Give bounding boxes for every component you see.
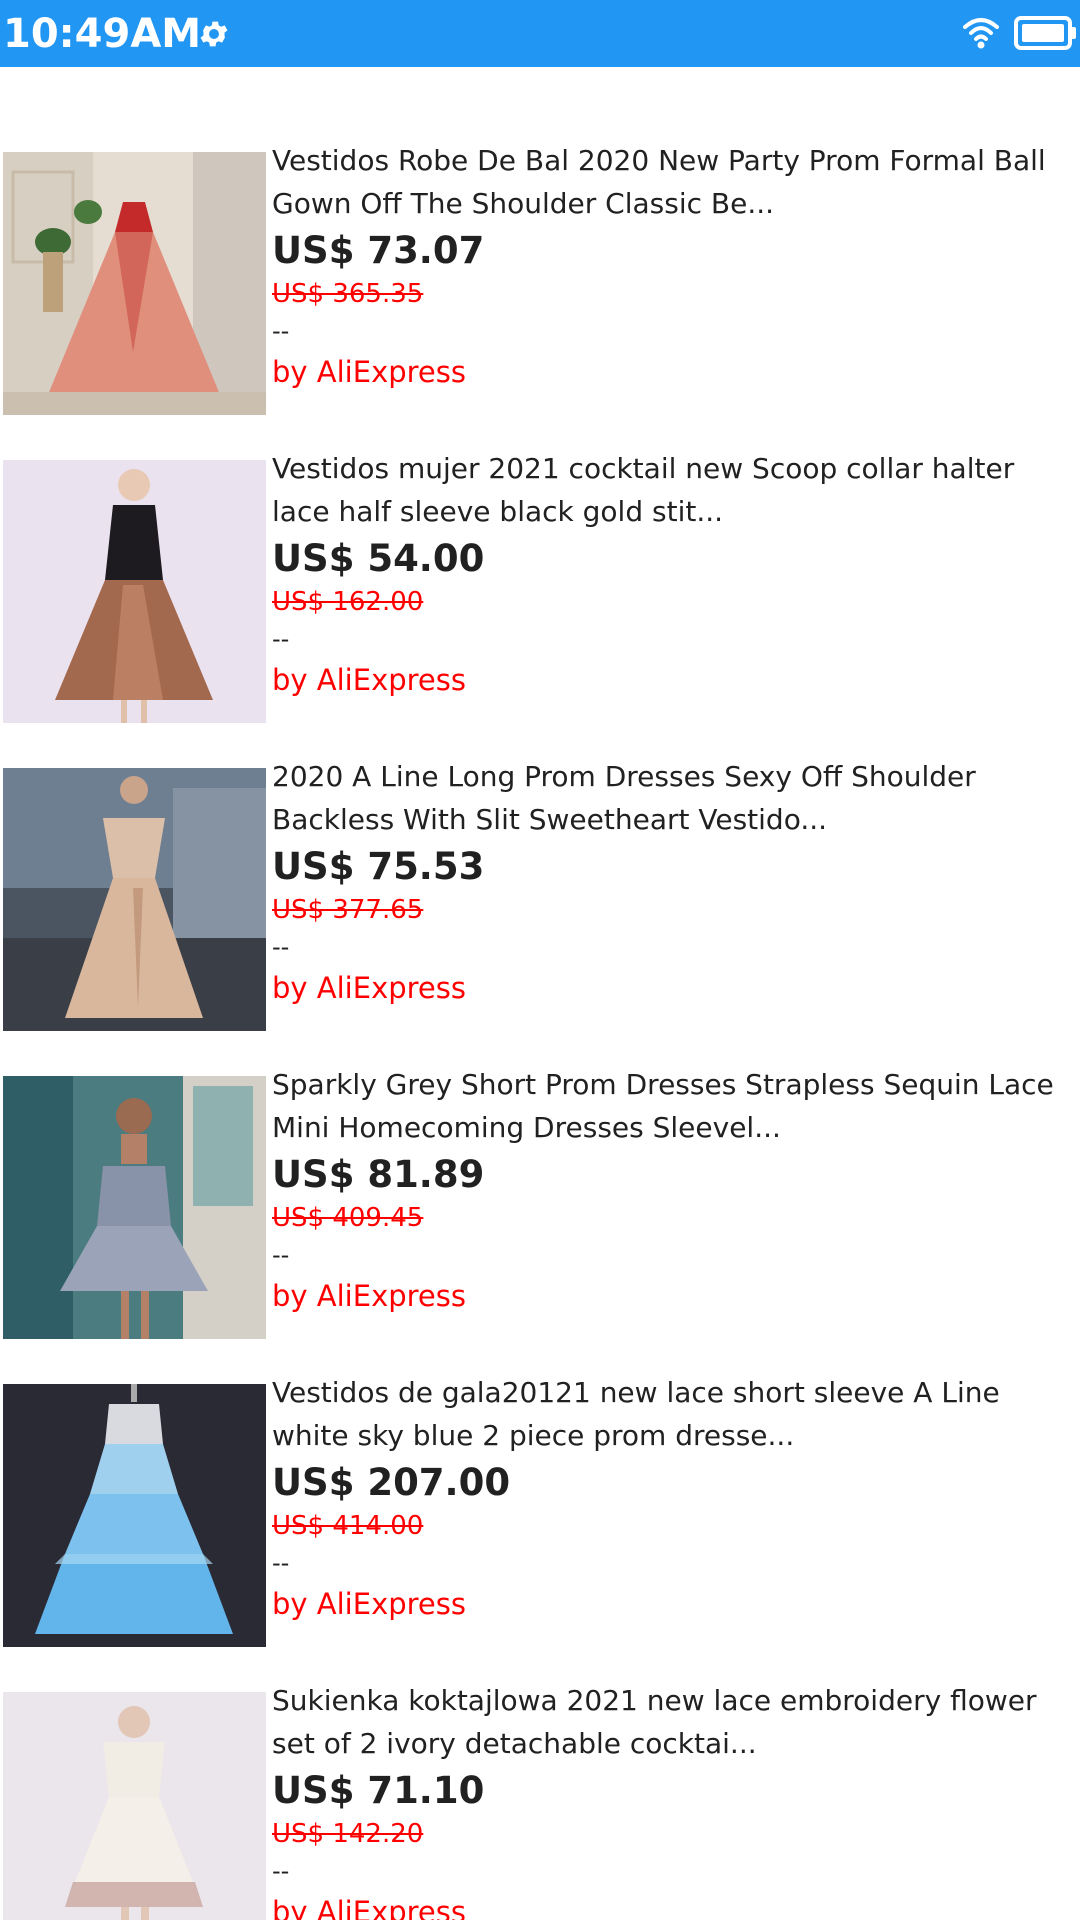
product-info[interactable]: 2020 A Line Long Prom Dresses Sexy Off S… <box>272 755 1078 1011</box>
product-title[interactable]: Vestidos mujer 2021 cocktail new Scoop c… <box>272 447 1078 533</box>
product-item[interactable]: 2020 A Line Long Prom Dresses Sexy Off S… <box>0 760 1080 1076</box>
product-seller: by AliExpress <box>272 1279 466 1313</box>
product-seller: by AliExpress <box>272 1587 466 1621</box>
product-price: US$ 73.07 <box>272 229 485 272</box>
product-rating: -- <box>272 1549 290 1577</box>
product-price: US$ 81.89 <box>272 1153 485 1196</box>
wifi-icon <box>963 18 999 49</box>
product-image[interactable] <box>3 1692 266 1920</box>
product-title[interactable]: Vestidos Robe De Bal 2020 New Party Prom… <box>272 139 1078 225</box>
battery-icon <box>1014 16 1076 50</box>
product-image[interactable] <box>3 152 266 415</box>
product-info[interactable]: Vestidos de gala20121 new lace short sle… <box>272 1371 1078 1627</box>
product-info[interactable]: Sukienka koktajlowa 2021 new lace embroi… <box>272 1679 1078 1920</box>
product-title[interactable]: 2020 A Line Long Prom Dresses Sexy Off S… <box>272 755 1078 841</box>
product-title[interactable]: Vestidos de gala20121 new lace short sle… <box>272 1371 1078 1457</box>
product-seller: by AliExpress <box>272 1895 466 1920</box>
product-title[interactable]: Sparkly Grey Short Prom Dresses Straples… <box>272 1063 1078 1149</box>
product-image[interactable] <box>3 768 266 1031</box>
product-info[interactable]: Sparkly Grey Short Prom Dresses Straples… <box>272 1063 1078 1319</box>
product-item[interactable]: Vestidos Robe De Bal 2020 New Party Prom… <box>0 144 1080 460</box>
product-old-price: US$ 365.35 <box>272 279 424 309</box>
product-image[interactable] <box>3 1076 266 1339</box>
product-list[interactable]: Vestidos Robe De Bal 2020 New Party Prom… <box>0 67 1080 1920</box>
product-price: US$ 75.53 <box>272 845 485 888</box>
product-price: US$ 54.00 <box>272 537 485 580</box>
product-seller: by AliExpress <box>272 663 466 697</box>
product-item[interactable]: Sparkly Grey Short Prom Dresses Straples… <box>0 1068 1080 1384</box>
product-seller: by AliExpress <box>272 971 466 1005</box>
product-rating: -- <box>272 625 290 653</box>
gear-icon <box>200 21 228 47</box>
product-info[interactable]: Vestidos mujer 2021 cocktail new Scoop c… <box>272 447 1078 703</box>
product-seller: by AliExpress <box>272 355 466 389</box>
product-price: US$ 207.00 <box>272 1461 511 1504</box>
status-time: 10:49AM <box>3 11 202 57</box>
product-info[interactable]: Vestidos Robe De Bal 2020 New Party Prom… <box>272 139 1078 395</box>
product-old-price: US$ 377.65 <box>272 895 424 925</box>
product-item[interactable]: Vestidos de gala20121 new lace short sle… <box>0 1376 1080 1692</box>
product-old-price: US$ 162.00 <box>272 587 424 617</box>
product-old-price: US$ 142.20 <box>272 1819 424 1849</box>
product-title[interactable]: Sukienka koktajlowa 2021 new lace embroi… <box>272 1679 1078 1765</box>
product-old-price: US$ 414.00 <box>272 1511 424 1541</box>
product-rating: -- <box>272 1857 290 1885</box>
product-image[interactable] <box>3 1384 266 1647</box>
product-price: US$ 71.10 <box>272 1769 485 1812</box>
product-item[interactable]: Sukienka koktajlowa 2021 new lace embroi… <box>0 1684 1080 1920</box>
product-old-price: US$ 409.45 <box>272 1203 424 1233</box>
product-rating: -- <box>272 317 290 345</box>
product-rating: -- <box>272 1241 290 1269</box>
product-item[interactable]: Vestidos mujer 2021 cocktail new Scoop c… <box>0 452 1080 768</box>
product-rating: -- <box>272 933 290 961</box>
product-image[interactable] <box>3 460 266 723</box>
status-bar: 10:49AM <box>0 0 1080 67</box>
